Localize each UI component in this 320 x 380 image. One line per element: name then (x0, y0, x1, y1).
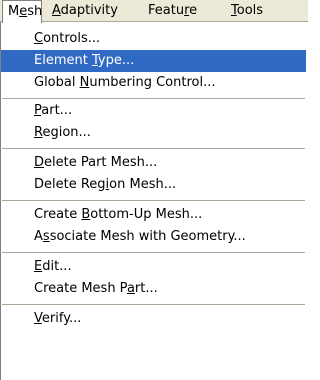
menubar-item-tools-label-post: ools (236, 3, 264, 18)
menu-item-delete-part-mesh-mnemonic: D (34, 155, 45, 170)
menu-item-element-type-label-pre: Element (34, 53, 92, 68)
menu-item-associate-mesh-with-geometry-label-pre: A (34, 229, 43, 244)
menubar-item-mesh-label-post: sh (27, 4, 43, 19)
menu-item-associate-mesh-with-geometry-label-post: sociate Mesh with Geometry... (49, 229, 246, 244)
menu-separator (2, 200, 305, 201)
menu-separator (2, 148, 305, 149)
menubar-item-feature-label-post: e (189, 3, 198, 18)
menu-item-verify-label-post: erify... (41, 311, 82, 326)
menu-item-controls-mnemonic: C (34, 31, 44, 46)
menubar-item-adaptivity-mnemonic: A (52, 3, 61, 18)
menu-separator (2, 304, 305, 305)
menu-item-create-mesh-part-label-post: rt... (134, 281, 158, 296)
menu-item-create-mesh-part[interactable]: Create Mesh Part... (1, 278, 306, 300)
menu-separator (2, 252, 305, 253)
menu-item-create-bottom-up-mesh-mnemonic: B (81, 207, 91, 222)
menu-item-global-numbering-control-label-pre: Global (34, 75, 80, 90)
menu-item-create-bottom-up-mesh-label-post: ottom-Up Mesh... (90, 207, 203, 222)
menubar-item-adaptivity[interactable]: Adaptivity (52, 0, 118, 22)
menu-item-delete-region-mesh[interactable]: Delete Region Mesh... (1, 174, 306, 196)
menu-item-controls[interactable]: Controls... (1, 28, 306, 50)
menu-item-create-bottom-up-mesh[interactable]: Create Bottom-Up Mesh... (1, 204, 306, 226)
menu-item-associate-mesh-with-geometry[interactable]: Associate Mesh with Geometry... (1, 226, 306, 248)
menu-item-global-numbering-control-label-post: umbering Control... (89, 75, 216, 90)
menu-item-edit[interactable]: Edit... (1, 256, 306, 278)
menu-item-delete-part-mesh[interactable]: Delete Part Mesh... (1, 152, 306, 174)
menu-item-verify[interactable]: Verify... (1, 308, 306, 330)
menubar-item-mesh[interactable]: Mesh (2, 0, 42, 23)
menu-item-element-type[interactable]: Element Type... (1, 50, 306, 72)
menu-item-delete-part-mesh-label-post: elete Part Mesh... (44, 155, 158, 170)
menu-item-region-label-post: egion... (42, 125, 91, 140)
menu-item-part[interactable]: Part... (1, 100, 306, 122)
menubar-item-adaptivity-label-post: daptivity (60, 3, 118, 18)
menu-item-delete-region-mesh-label-post: on Mesh... (109, 177, 177, 192)
menu-item-global-numbering-control-mnemonic: N (79, 75, 90, 90)
menu-separator (2, 98, 305, 99)
menu-item-part-label-post: art... (41, 103, 73, 118)
menu-item-create-mesh-part-label-pre: Create Mesh P (34, 281, 127, 296)
menu-item-create-bottom-up-mesh-label-pre: Create (34, 207, 82, 222)
menu-item-global-numbering-control[interactable]: Global Numbering Control... (1, 72, 306, 94)
menubar-item-mesh-label-pre: M (8, 4, 20, 19)
menu-item-verify-mnemonic: V (34, 311, 42, 326)
menu-item-delete-region-mesh-label-pre: Delete Reg (34, 177, 106, 192)
mesh-dropdown-menu: Controls... Element Type... Global Numbe… (0, 22, 306, 380)
menu-item-element-type-label-post: ype... (97, 53, 135, 68)
menu-item-region[interactable]: Region... (1, 122, 306, 144)
menubar-item-feature-label-pre: Featu (148, 3, 185, 18)
menu-item-create-mesh-part-mnemonic: a (126, 281, 135, 296)
menu-item-edit-mnemonic: E (34, 259, 43, 274)
menu-item-controls-label-post: ontrols... (43, 31, 101, 46)
menu-bar: Mesh Adaptivity Feature Tools (0, 0, 308, 23)
menu-item-edit-label-post: dit... (42, 259, 72, 274)
menu-item-associate-mesh-with-geometry-mnemonic: s (42, 229, 50, 244)
menubar-item-feature[interactable]: Feature (148, 0, 197, 22)
menubar-item-tools[interactable]: Tools (231, 0, 263, 22)
